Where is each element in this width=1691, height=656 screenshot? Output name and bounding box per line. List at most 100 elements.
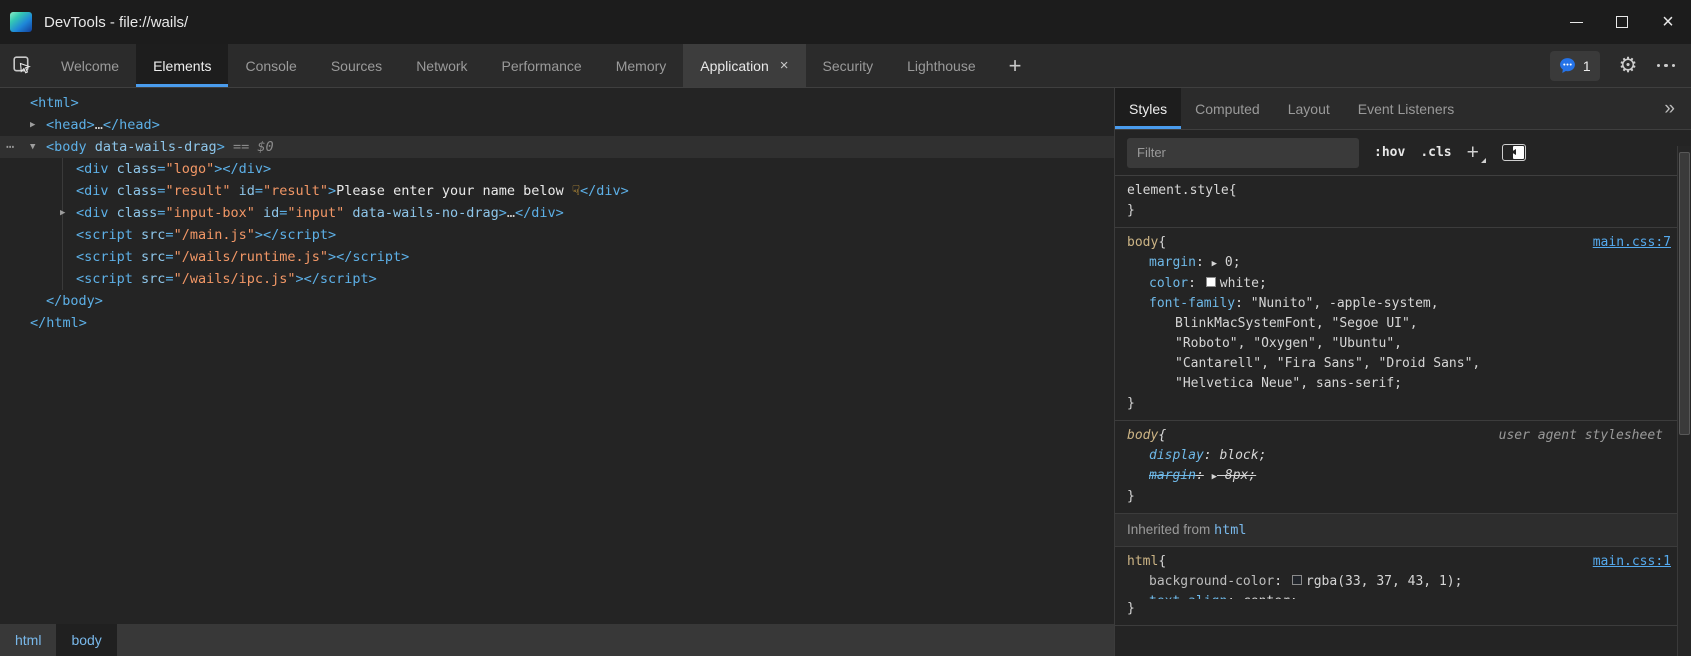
tab-label: Sources xyxy=(331,58,382,74)
tree-row-div-result[interactable]: <div class="result" id="result">Please e… xyxy=(0,180,1114,202)
tab-application[interactable]: Application × xyxy=(683,44,805,87)
css-declaration[interactable]: font-family: "Nunito", -apple-system, xyxy=(1115,294,1677,314)
tab-elements[interactable]: Elements xyxy=(136,44,228,87)
tree-row-div-input-box[interactable]: ▶<div class="input-box" id="input" data-… xyxy=(0,202,1114,224)
css-declaration[interactable]: BlinkMacSystemFont, "Segoe UI", xyxy=(1115,314,1677,334)
window-title: DevTools - file://wails/ xyxy=(44,14,188,31)
maximize-button[interactable] xyxy=(1599,0,1645,44)
issues-counter-button[interactable]: 1 xyxy=(1550,51,1600,81)
stylesheet-source-link[interactable]: main.css:1 xyxy=(1593,552,1671,572)
add-tab-button[interactable]: + xyxy=(993,44,1038,87)
scrollbar-thumb[interactable] xyxy=(1679,152,1690,435)
tree-row-script-runtime-js[interactable]: <script src="/wails/runtime.js"></script… xyxy=(0,246,1114,268)
css-declaration[interactable]: text-align: center; xyxy=(1115,592,1677,599)
tab-network[interactable]: Network xyxy=(399,44,484,87)
rule-body-main-css: body {main.css:7margin: ▶ 0;color: white… xyxy=(1115,228,1677,421)
tab-label: Application xyxy=(700,58,769,74)
tab-memory[interactable]: Memory xyxy=(599,44,684,87)
element-class-toggle[interactable]: .cls xyxy=(1420,145,1451,160)
tree-row-body-node[interactable]: ⋯▼<body data-wails-drag> == $0 xyxy=(0,136,1114,158)
more-sidebar-tabs-icon[interactable]: » xyxy=(1648,88,1691,129)
tab-label: Elements xyxy=(153,58,211,74)
inherited-from-node-link[interactable]: html xyxy=(1214,522,1247,538)
css-declaration[interactable]: display: block; xyxy=(1115,446,1677,466)
sidebar-tab-event-listeners[interactable]: Event Listeners xyxy=(1344,88,1469,129)
styles-scrollbar[interactable] xyxy=(1677,146,1691,656)
dom-breadcrumb: htmlbody xyxy=(0,624,1114,656)
rule-selector[interactable]: body {user agent stylesheet xyxy=(1115,426,1677,446)
styles-filter-row: :hov .cls + xyxy=(1115,130,1691,176)
maximize-icon xyxy=(1616,16,1628,28)
toggle-sidebar-icon[interactable] xyxy=(1502,144,1526,161)
dom-tree: <html>▶<head>…</head>⋯▼<body data-wails-… xyxy=(0,88,1114,624)
tab-close-icon[interactable]: × xyxy=(780,57,789,74)
breadcrumb-body[interactable]: body xyxy=(56,624,116,656)
tab-label: Performance xyxy=(502,58,582,74)
sidebar-tab-strip: StylesComputedLayoutEvent Listeners » xyxy=(1115,88,1691,130)
main-split: <html>▶<head>…</head>⋯▼<body data-wails-… xyxy=(0,88,1691,656)
tab-security[interactable]: Security xyxy=(806,44,891,87)
tab-lighthouse[interactable]: Lighthouse xyxy=(890,44,993,87)
stylesheet-source-link[interactable]: main.css:7 xyxy=(1593,233,1671,253)
tab-label: Security xyxy=(823,58,874,74)
rule-selector[interactable]: html {main.css:1 xyxy=(1115,552,1677,572)
tree-row-script-main-js[interactable]: <script src="/main.js"></script> xyxy=(0,224,1114,246)
css-declaration[interactable]: margin: ▶ 8px; xyxy=(1115,466,1677,487)
tab-label: Network xyxy=(416,58,467,74)
tree-row-script-ipc-js[interactable]: <script src="/wails/ipc.js"></script> xyxy=(0,268,1114,290)
css-declaration[interactable]: "Roboto", "Oxygen", "Ubuntu", xyxy=(1115,334,1677,354)
collapse-arrow-icon[interactable]: ▼ xyxy=(30,136,35,158)
pointing-down-emoji: ☟ xyxy=(572,183,580,199)
minimize-button[interactable] xyxy=(1553,0,1599,44)
css-declaration[interactable]: "Helvetica Neue", sans-serif; xyxy=(1115,374,1677,394)
new-style-rule-button[interactable]: + xyxy=(1467,141,1487,165)
issues-count: 1 xyxy=(1583,58,1591,74)
tree-row-head-node[interactable]: ▶<head>…</head> xyxy=(0,114,1114,136)
inherited-from-bar: Inherited from html xyxy=(1115,514,1677,547)
close-icon: × xyxy=(1662,12,1674,32)
sidebar-tab-layout[interactable]: Layout xyxy=(1274,88,1344,129)
devtools-app-icon xyxy=(10,12,32,32)
devtools-window: DevTools - file://wails/ × Welcome Elemen… xyxy=(0,0,1691,656)
rule-selector[interactable]: element.style { xyxy=(1115,181,1677,201)
title-bar: DevTools - file://wails/ × xyxy=(0,0,1691,44)
tree-row-body-close-tag[interactable]: </body> xyxy=(0,290,1114,312)
css-declaration[interactable]: color: white; xyxy=(1115,274,1677,294)
tab-label: Console xyxy=(245,58,296,74)
node-overflow-dots-icon[interactable]: ⋯ xyxy=(6,136,15,158)
rule-element-style: element.style {} xyxy=(1115,176,1677,228)
issues-bubble-icon xyxy=(1559,57,1576,74)
tab-performance[interactable]: Performance xyxy=(485,44,599,87)
devtools-toolbar: Welcome Elements Console Sources Network Perf… xyxy=(0,44,1691,88)
styles-filter-input[interactable] xyxy=(1127,138,1359,168)
user-agent-stylesheet-label: user agent stylesheet xyxy=(1499,426,1671,446)
color-swatch[interactable] xyxy=(1206,277,1216,287)
tab-label: Welcome xyxy=(61,58,119,74)
expand-arrow-icon[interactable]: ▶ xyxy=(60,202,65,224)
breadcrumb-html[interactable]: html xyxy=(0,624,56,656)
rule-closing-brace: } xyxy=(1115,487,1677,507)
settings-gear-icon[interactable]: ⚙ xyxy=(1619,55,1638,76)
tree-row-html-open-tag[interactable]: <html> xyxy=(0,92,1114,114)
more-options-icon[interactable] xyxy=(1657,64,1676,68)
sidebar-tab-styles[interactable]: Styles xyxy=(1115,88,1181,129)
tab-welcome[interactable]: Welcome xyxy=(44,44,136,87)
rule-selector[interactable]: body {main.css:7 xyxy=(1115,233,1677,253)
plus-icon: + xyxy=(1009,53,1022,79)
styles-rules-list: element.style {}body {main.css:7margin: … xyxy=(1115,176,1691,656)
tree-row-html-close-tag[interactable]: </html> xyxy=(0,312,1114,334)
tree-row-div-logo[interactable]: <div class="logo"></div> xyxy=(0,158,1114,180)
css-declaration[interactable]: margin: ▶ 0; xyxy=(1115,253,1677,274)
sidebar-tab-computed[interactable]: Computed xyxy=(1181,88,1274,129)
pseudo-state-toggle[interactable]: :hov xyxy=(1374,145,1405,160)
tab-sources[interactable]: Sources xyxy=(314,44,399,87)
close-button[interactable]: × xyxy=(1645,0,1691,44)
tab-label: Memory xyxy=(616,58,667,74)
minimize-icon xyxy=(1570,22,1583,23)
inspect-element-button[interactable] xyxy=(0,44,44,87)
expand-arrow-icon[interactable]: ▶ xyxy=(30,114,35,136)
tab-console[interactable]: Console xyxy=(228,44,313,87)
css-declaration[interactable]: background-color: rgba(33, 37, 43, 1); xyxy=(1115,572,1677,592)
css-declaration[interactable]: "Cantarell", "Fira Sans", "Droid Sans", xyxy=(1115,354,1677,374)
color-swatch[interactable] xyxy=(1292,575,1302,585)
